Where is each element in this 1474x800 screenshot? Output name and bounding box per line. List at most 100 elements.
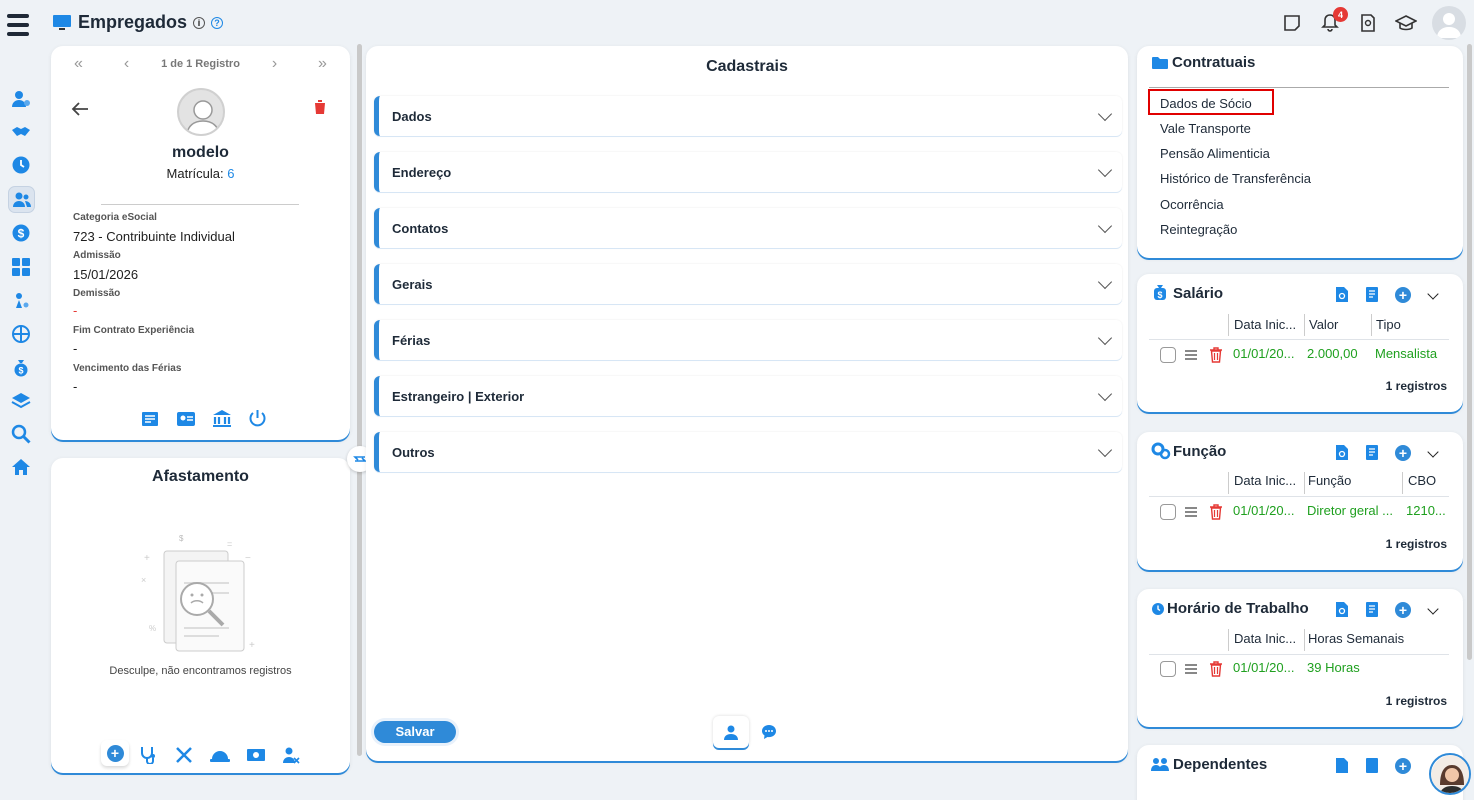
add-salario-button[interactable]: + — [1395, 287, 1411, 303]
col-cbo[interactable]: CBO — [1408, 473, 1436, 488]
document-search-icon[interactable] — [1335, 757, 1349, 774]
save-button[interactable]: Salvar — [374, 721, 456, 743]
col-data-inicio[interactable]: Data Inic... — [1234, 317, 1296, 332]
row-checkbox[interactable] — [1160, 347, 1176, 363]
trash-icon[interactable] — [1209, 661, 1223, 677]
employee-card: « ‹ 1 de 1 Registro › » modelo Matrícula… — [51, 46, 350, 440]
column-divider — [1228, 472, 1229, 494]
chevron-down-icon[interactable] — [1427, 603, 1439, 615]
tools-icon[interactable] — [175, 746, 193, 764]
network-icon[interactable] — [10, 323, 32, 345]
dollar-icon[interactable]: $ — [10, 222, 32, 244]
help-icon[interactable]: ? — [211, 16, 224, 29]
hamburger-menu-icon[interactable] — [7, 14, 29, 41]
add-afastamento-button[interactable]: + — [101, 740, 129, 766]
dependentes-title: Dependentes — [1173, 756, 1268, 773]
document-search-icon[interactable] — [1335, 444, 1349, 461]
report-icon[interactable] — [1365, 757, 1379, 774]
add-dependente-button[interactable]: + — [1395, 758, 1411, 774]
user-remove-icon[interactable] — [282, 746, 300, 764]
power-icon[interactable] — [248, 409, 267, 428]
col-data-inicio[interactable]: Data Inic... — [1234, 473, 1296, 488]
report-icon[interactable] — [1365, 286, 1379, 303]
column-divider — [1371, 314, 1372, 336]
document-search-icon[interactable] — [1356, 11, 1380, 35]
row-checkbox[interactable] — [1160, 504, 1176, 520]
chat-icon[interactable] — [761, 724, 777, 740]
accordion-estrangeiro[interactable]: Estrangeiro | Exterior — [374, 376, 1122, 416]
col-funcao[interactable]: Função — [1308, 473, 1351, 488]
col-horas-semanais[interactable]: Horas Semanais — [1308, 631, 1404, 646]
accordion-endereco[interactable]: Endereço — [374, 152, 1122, 192]
accordion-outros[interactable]: Outros — [374, 432, 1122, 472]
left-rail: $ $ — [0, 0, 42, 800]
assistant-avatar[interactable] — [1429, 753, 1471, 795]
accordion-gerais[interactable]: Gerais — [374, 264, 1122, 304]
salario-card: $ Salário + Data Inic... Valor Tipo 01/0… — [1137, 274, 1463, 412]
newspaper-icon[interactable] — [141, 410, 159, 428]
drag-handle-icon[interactable] — [1185, 507, 1197, 519]
home-icon[interactable] — [10, 456, 32, 478]
link-pensao-alimenticia[interactable]: Pensão Alimenticia — [1160, 146, 1270, 161]
chevron-down-icon[interactable] — [1427, 288, 1439, 300]
drag-handle-icon[interactable] — [1185, 664, 1197, 676]
note-icon[interactable] — [1280, 11, 1304, 35]
col-tipo[interactable]: Tipo — [1376, 317, 1401, 332]
left-panel-scrollbar[interactable] — [357, 44, 362, 756]
cash-icon[interactable] — [246, 746, 266, 764]
info-icon[interactable]: i — [193, 16, 206, 29]
drag-handle-icon[interactable] — [1185, 350, 1197, 362]
last-record-button[interactable]: » — [299, 55, 347, 73]
layers-icon[interactable] — [10, 390, 32, 412]
link-dados-socio[interactable]: Dados de Sócio — [1160, 96, 1252, 111]
user-avatar[interactable] — [1432, 6, 1466, 40]
link-historico-transferencia[interactable]: Histórico de Transferência — [1160, 171, 1311, 186]
horario-title: Horário de Trabalho — [1167, 600, 1309, 617]
employees-icon[interactable] — [8, 186, 35, 213]
person-pin-icon[interactable] — [10, 290, 32, 312]
accordion-ferias[interactable]: Férias — [374, 320, 1122, 360]
stethoscope-icon[interactable] — [139, 746, 159, 764]
back-arrow-icon[interactable] — [71, 101, 89, 117]
document-search-icon[interactable] — [1335, 601, 1349, 618]
col-data-inicio[interactable]: Data Inic... — [1234, 631, 1296, 646]
chevron-down-icon[interactable] — [1427, 446, 1439, 458]
cadastrais-card: Cadastrais Dados Endereço Contatos Gerai… — [366, 46, 1128, 761]
prev-record-button[interactable]: ‹ — [103, 55, 151, 73]
next-record-button[interactable]: › — [251, 55, 299, 73]
col-valor[interactable]: Valor — [1309, 317, 1338, 332]
add-funcao-button[interactable]: + — [1395, 445, 1411, 461]
money-bag-icon: $ — [1154, 285, 1166, 300]
bank-icon[interactable] — [212, 409, 232, 428]
add-horario-button[interactable]: + — [1395, 602, 1411, 618]
right-panel-scrollbar[interactable] — [1467, 44, 1472, 660]
link-ocorrencia[interactable]: Ocorrência — [1160, 197, 1224, 212]
accordion-contatos[interactable]: Contatos — [374, 208, 1122, 248]
accordion-dados[interactable]: Dados — [374, 96, 1122, 136]
money-bag-icon[interactable]: $ — [10, 357, 32, 379]
folder-icon — [1152, 57, 1168, 69]
document-search-icon[interactable] — [1335, 286, 1349, 303]
search-icon[interactable] — [10, 423, 32, 445]
user-settings-icon[interactable] — [10, 88, 32, 110]
record-count: 1 registros — [1385, 379, 1447, 393]
id-card-icon[interactable] — [176, 410, 196, 428]
first-record-button[interactable]: « — [55, 55, 103, 73]
row-checkbox[interactable] — [1160, 661, 1176, 677]
link-vale-transporte[interactable]: Vale Transporte — [1160, 121, 1251, 136]
calculator-icon[interactable] — [10, 256, 32, 278]
graduation-cap-icon[interactable] — [1394, 11, 1418, 35]
person-view-button[interactable] — [713, 716, 749, 748]
trash-icon[interactable] — [1209, 504, 1223, 520]
report-icon[interactable] — [1365, 601, 1379, 618]
trash-icon[interactable] — [313, 99, 327, 115]
clock-icon[interactable] — [10, 154, 32, 176]
trash-icon[interactable] — [1209, 347, 1223, 363]
handshake-icon[interactable] — [10, 121, 32, 143]
bell-icon[interactable]: 4 — [1318, 7, 1348, 35]
link-reintegracao[interactable]: Reintegração — [1160, 222, 1237, 237]
chevron-down-icon — [1097, 274, 1113, 289]
horario-card: Horário de Trabalho + Data Inic... Horas… — [1137, 589, 1463, 727]
report-icon[interactable] — [1365, 444, 1379, 461]
hard-hat-icon[interactable] — [209, 746, 231, 764]
